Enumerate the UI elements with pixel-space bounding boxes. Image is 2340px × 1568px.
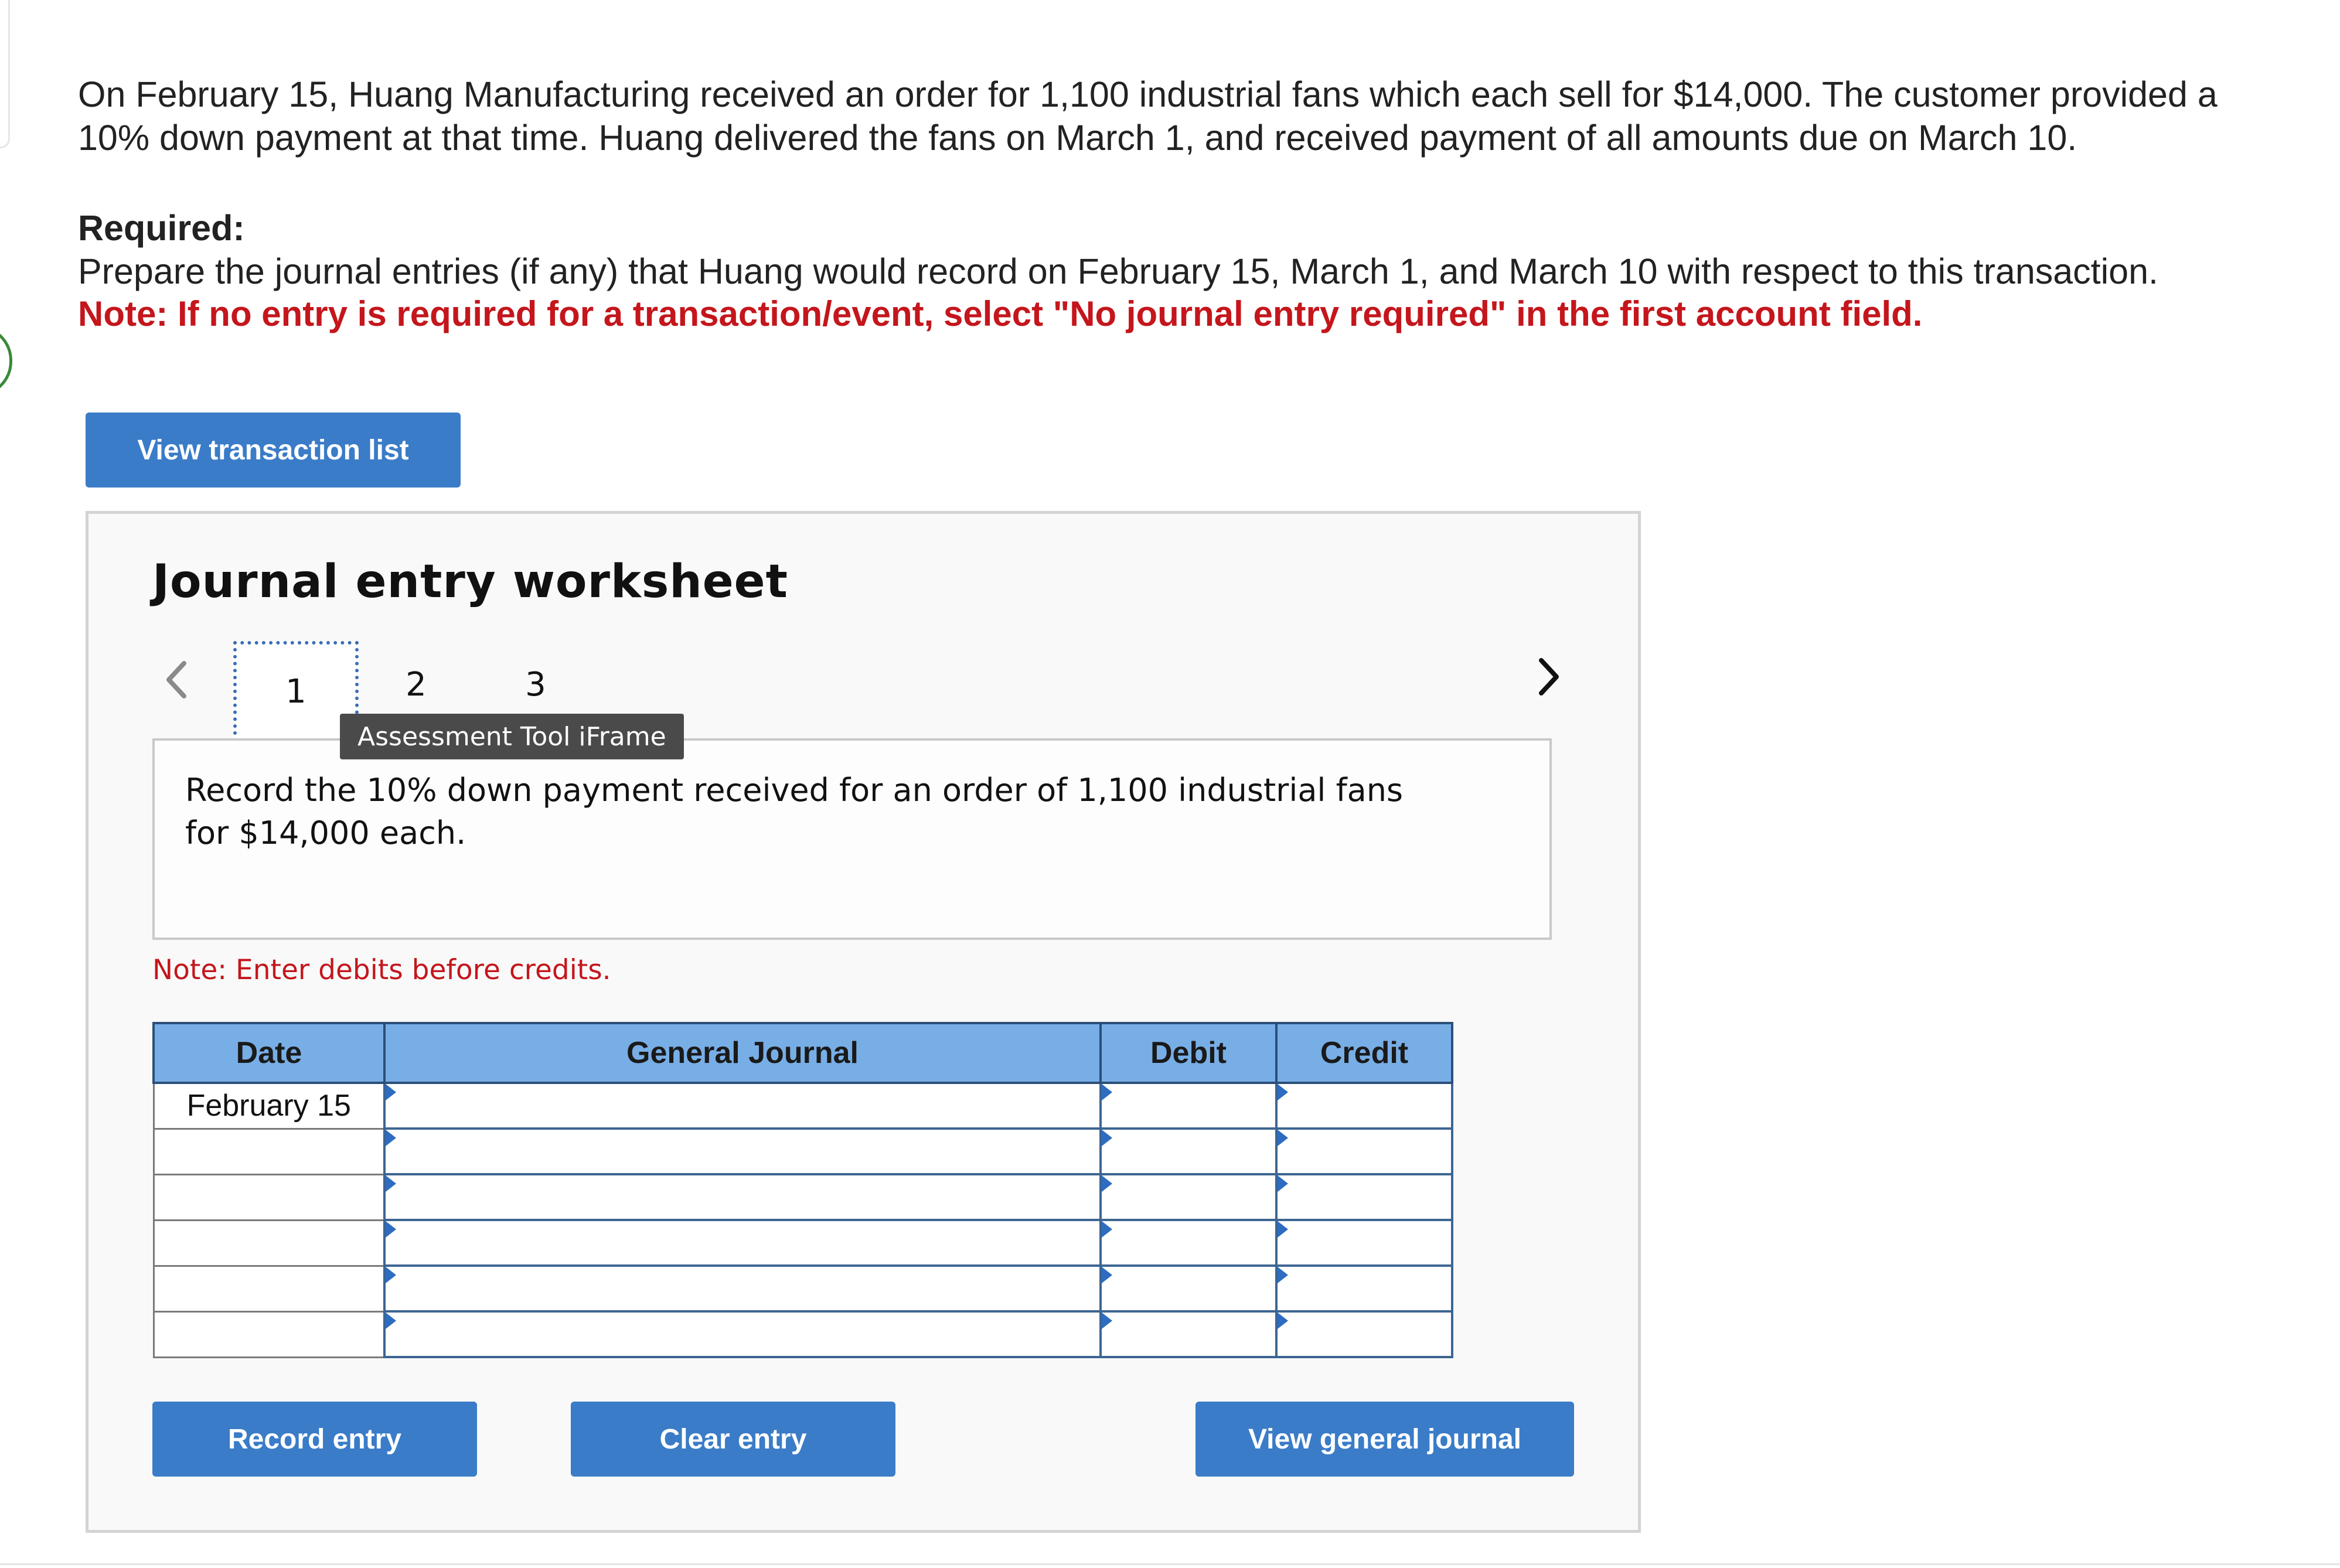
debit-input[interactable] [1102,1084,1275,1127]
required-note: Note: If no entry is required for a tran… [78,294,1923,333]
journal-table: Date General Journal Debit Credit Februa… [152,1022,1453,1358]
debit-input[interactable] [1102,1175,1275,1219]
chevron-left-icon[interactable] [158,656,193,703]
credit-cell[interactable] [1275,1082,1453,1130]
table-row [152,1127,1453,1175]
question-text: On February 15, Huang Manufacturing rece… [78,74,2218,158]
left-edge-frame [0,0,10,148]
debit-cell[interactable] [1099,1082,1278,1130]
account-input[interactable] [386,1267,1099,1310]
tab-2-label: 2 [406,665,427,704]
date-cell[interactable] [152,1219,386,1267]
account-cell[interactable] [383,1173,1102,1221]
account-input[interactable] [386,1084,1099,1127]
debit-header: Debit [1099,1022,1278,1084]
date-cell[interactable] [152,1264,386,1313]
credit-cell[interactable] [1275,1173,1453,1221]
account-input[interactable] [386,1221,1099,1264]
date-cell[interactable] [152,1173,386,1221]
record-entry-button[interactable]: Record entry [152,1402,477,1477]
credit-cell[interactable] [1275,1264,1453,1313]
date-cell[interactable] [152,1310,386,1358]
view-general-journal-button[interactable]: View general journal [1195,1402,1574,1477]
date-cell[interactable]: February 15 [152,1082,386,1130]
credit-input[interactable] [1278,1084,1451,1127]
chevron-right-icon[interactable] [1532,653,1567,700]
tab-3[interactable]: 3 [506,660,565,709]
credit-header: Credit [1275,1022,1453,1084]
account-input[interactable] [386,1175,1099,1219]
account-cell[interactable] [383,1264,1102,1313]
left-edge-indicator [0,325,12,397]
credit-input[interactable] [1278,1313,1451,1356]
credit-input[interactable] [1278,1130,1451,1173]
required-text: Prepare the journal entries (if any) tha… [78,251,2158,291]
table-row: February 15 [152,1082,1453,1130]
instruction-text: Record the 10% down payment received for… [185,772,1404,851]
debit-input[interactable] [1102,1267,1275,1310]
tooltip: Assessment Tool iFrame [340,714,684,759]
debit-input[interactable] [1102,1130,1275,1173]
credit-cell[interactable] [1275,1310,1453,1358]
account-cell[interactable] [383,1219,1102,1267]
tab-2[interactable]: 2 [387,660,445,709]
tab-1-label: 1 [285,672,306,711]
credit-cell[interactable] [1275,1127,1453,1175]
account-input[interactable] [386,1130,1099,1173]
required-label: Required: [78,208,245,248]
clear-entry-button[interactable]: Clear entry [571,1402,895,1477]
account-cell[interactable] [383,1127,1102,1175]
view-transaction-list-button[interactable]: View transaction list [86,413,461,488]
table-row [152,1219,1453,1267]
table-row [152,1264,1453,1313]
tab-3-label: 3 [525,665,546,704]
credit-input[interactable] [1278,1221,1451,1264]
credit-input[interactable] [1278,1267,1451,1310]
date-header: Date [152,1022,386,1084]
debit-input[interactable] [1102,1313,1275,1356]
general-journal-header: General Journal [383,1022,1102,1084]
debit-cell[interactable] [1099,1219,1278,1267]
journal-header-row: Date General Journal Debit Credit [152,1022,1453,1084]
debit-cell[interactable] [1099,1127,1278,1175]
table-row [152,1310,1453,1358]
credit-cell[interactable] [1275,1219,1453,1267]
debit-input[interactable] [1102,1221,1275,1264]
date-cell[interactable] [152,1127,386,1175]
bottom-divider [0,1563,2340,1565]
account-input[interactable] [386,1313,1099,1356]
worksheet-title: Journal entry worksheet [152,555,788,608]
entry-note: Note: Enter debits before credits. [152,954,611,986]
credit-input[interactable] [1278,1175,1451,1219]
account-cell[interactable] [383,1310,1102,1358]
debit-cell[interactable] [1099,1310,1278,1358]
table-row [152,1173,1453,1221]
debit-cell[interactable] [1099,1173,1278,1221]
debit-cell[interactable] [1099,1264,1278,1313]
account-cell[interactable] [383,1082,1102,1130]
